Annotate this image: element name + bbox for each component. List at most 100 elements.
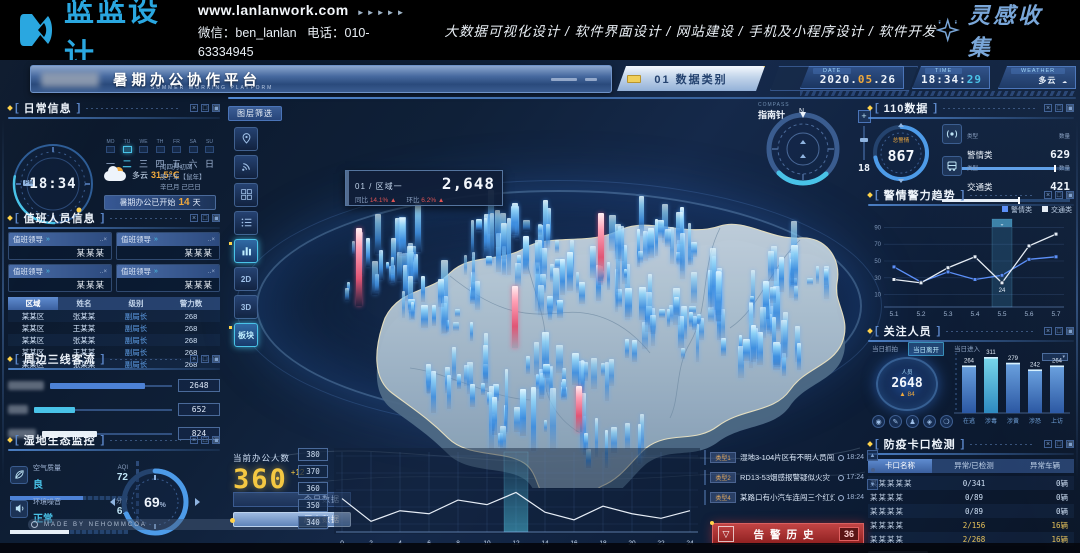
panel-duty-personnel: [ 值班人员信息] ×□▣ 值班领导»‥×某某某值班领导»‥×某某某值班领导»‥…: [8, 210, 220, 348]
checkpoint-row[interactable]: 某某某某2/15616辆: [868, 518, 1074, 532]
cell-region: 某某区: [8, 323, 58, 334]
layer-button-list[interactable]: [234, 211, 258, 235]
table-row[interactable]: 某某区张某某副局长268: [8, 334, 220, 346]
svg-text:5.7: 5.7: [1051, 311, 1060, 318]
data-bar: [538, 285, 544, 314]
checkpoint-row[interactable]: 某某某某0/890辆: [868, 490, 1074, 504]
noise-bar: [10, 530, 128, 534]
data-bar: [721, 338, 726, 356]
panel-close-icon[interactable]: ×: [190, 104, 198, 112]
layer-button-3D[interactable]: 3D: [234, 295, 258, 319]
svg-text:50: 50: [874, 259, 881, 265]
panel-close-icon[interactable]: ×: [1044, 440, 1052, 448]
lock-icon[interactable]: ◈: [923, 415, 936, 428]
panel-close-icon[interactable]: ×: [190, 355, 198, 363]
persons-tab[interactable]: 当日离开: [908, 342, 944, 356]
alarm-history-button[interactable]: ▽ 告警历史 36: [712, 523, 864, 545]
layer-button-signal[interactable]: [234, 155, 258, 179]
flow-track: [34, 409, 172, 411]
duty-leader-card[interactable]: 值班领导»‥×某某某: [116, 264, 220, 292]
alert-row[interactable]: 类型2RD13-53烟感报警疑似火灾17:24: [704, 470, 864, 485]
data-bar: [768, 251, 774, 281]
panel-copy-icon[interactable]: □: [1055, 440, 1063, 448]
layer-button-chart[interactable]: [234, 239, 258, 263]
panel-copy-icon[interactable]: □: [201, 214, 209, 222]
data-bar: [431, 371, 436, 414]
data-bar: [625, 339, 629, 358]
panel-expand-icon[interactable]: ▣: [1066, 327, 1074, 335]
column-header[interactable]: 区域: [8, 297, 58, 310]
hotspot-bar: [356, 228, 362, 306]
alarm-icon: [942, 124, 962, 144]
cell-detected: 2/156: [932, 521, 1016, 530]
panel-copy-icon[interactable]: □: [201, 355, 209, 363]
persons-icon-row: ◉✎♟◈❍: [872, 415, 953, 428]
panel-close-icon[interactable]: ×: [1044, 191, 1052, 199]
panel-copy-icon[interactable]: □: [1055, 191, 1063, 199]
scroll-up-icon[interactable]: ▲: [867, 450, 878, 461]
y-axis-box: 380: [298, 448, 328, 461]
alarm-history-label: 告警历史: [734, 527, 839, 542]
panel-expand-icon[interactable]: ▣: [1066, 440, 1074, 448]
table-row[interactable]: 某某区张某某副局长268: [8, 310, 220, 322]
panel-expand-icon[interactable]: ▣: [212, 436, 220, 444]
camera-icon[interactable]: ◉: [872, 415, 885, 428]
time-plate: TIME 18:34:29: [912, 66, 990, 89]
panel-expand-icon[interactable]: ▣: [212, 104, 220, 112]
duty-card-name: 某某某: [117, 246, 219, 259]
data-bar: [544, 420, 547, 432]
scroll-down-icon[interactable]: ▼: [867, 479, 878, 490]
cell-count: 268: [162, 324, 220, 333]
panel-close-icon[interactable]: ×: [1044, 327, 1052, 335]
panel-close-icon[interactable]: ×: [190, 214, 198, 222]
compass-ring-icon[interactable]: [764, 110, 842, 188]
zoom-slider-handle[interactable]: [860, 138, 868, 142]
data-bar: [689, 312, 693, 327]
panel-close-icon[interactable]: ×: [190, 436, 198, 444]
layer-button-grid[interactable]: [234, 183, 258, 207]
table-row[interactable]: 某某区王某某副局长268: [8, 322, 220, 334]
data-bar: [379, 250, 383, 280]
panel-close-icon[interactable]: ×: [1044, 104, 1052, 112]
panel-expand-icon[interactable]: ▣: [212, 214, 220, 222]
panel-expand-icon[interactable]: ▣: [1066, 191, 1074, 199]
week-day-mark: [123, 146, 132, 153]
cell-level: 副局长: [110, 311, 162, 322]
svg-text:上访: 上访: [1051, 417, 1063, 425]
panel-copy-icon[interactable]: □: [201, 436, 209, 444]
data-bar: [697, 314, 701, 324]
zoom-slider[interactable]: [863, 126, 865, 160]
edit-icon[interactable]: ✎: [889, 415, 902, 428]
data-bar: [538, 224, 542, 235]
layer-button-2D[interactable]: 2D: [234, 267, 258, 291]
svg-text:5.3: 5.3: [943, 311, 952, 318]
panel-copy-icon[interactable]: □: [201, 104, 209, 112]
promo-banner: 蓝蓝设计 www.lanlanwork.com►►►►► 微信：ben_lanl…: [0, 0, 1080, 60]
data-bar: [421, 305, 428, 328]
panel-copy-icon[interactable]: □: [1055, 104, 1063, 112]
cell-vehicles: 16辆: [1016, 520, 1074, 531]
column-header: 异常/已检测: [932, 459, 1016, 473]
tab-data-category-1[interactable]: 01 数据类别: [617, 66, 765, 91]
duty-leader-card[interactable]: 值班领导»‥×某某某: [116, 232, 220, 260]
website-link[interactable]: www.lanlanwork.com: [198, 2, 349, 18]
alert-type-tag: 类型4: [710, 492, 736, 503]
alert-row[interactable]: 类型4某路口有小汽车连闯三个红灯18:24: [704, 490, 864, 505]
person-icon[interactable]: ♟: [906, 415, 919, 428]
duty-leader-card[interactable]: 值班领导»‥×某某某: [8, 264, 112, 292]
panel-underline: [8, 117, 220, 119]
layer-button-板块[interactable]: 板块: [234, 323, 258, 347]
layer-button-marker[interactable]: [234, 127, 258, 151]
panel-expand-icon[interactable]: ▣: [212, 355, 220, 363]
week-day-en: MO: [104, 139, 117, 145]
persons-tab[interactable]: 当日抓拍: [868, 342, 902, 356]
inspiration-collect[interactable]: 灵感收集: [936, 0, 1058, 62]
checkpoint-row[interactable]: 某某某某某0/3410辆: [868, 476, 1074, 490]
alert-row[interactable]: 类型1湿地3-104片区有不明人员闯入18:24: [704, 450, 864, 465]
panel-copy-icon[interactable]: □: [1055, 327, 1063, 335]
data-bar: [773, 342, 780, 365]
data-bar: [432, 305, 436, 326]
duty-leader-card[interactable]: 值班领导»‥×某某某: [8, 232, 112, 260]
panel-expand-icon[interactable]: ▣: [1066, 104, 1074, 112]
checkpoint-row[interactable]: 某某某某0/890辆: [868, 504, 1074, 518]
